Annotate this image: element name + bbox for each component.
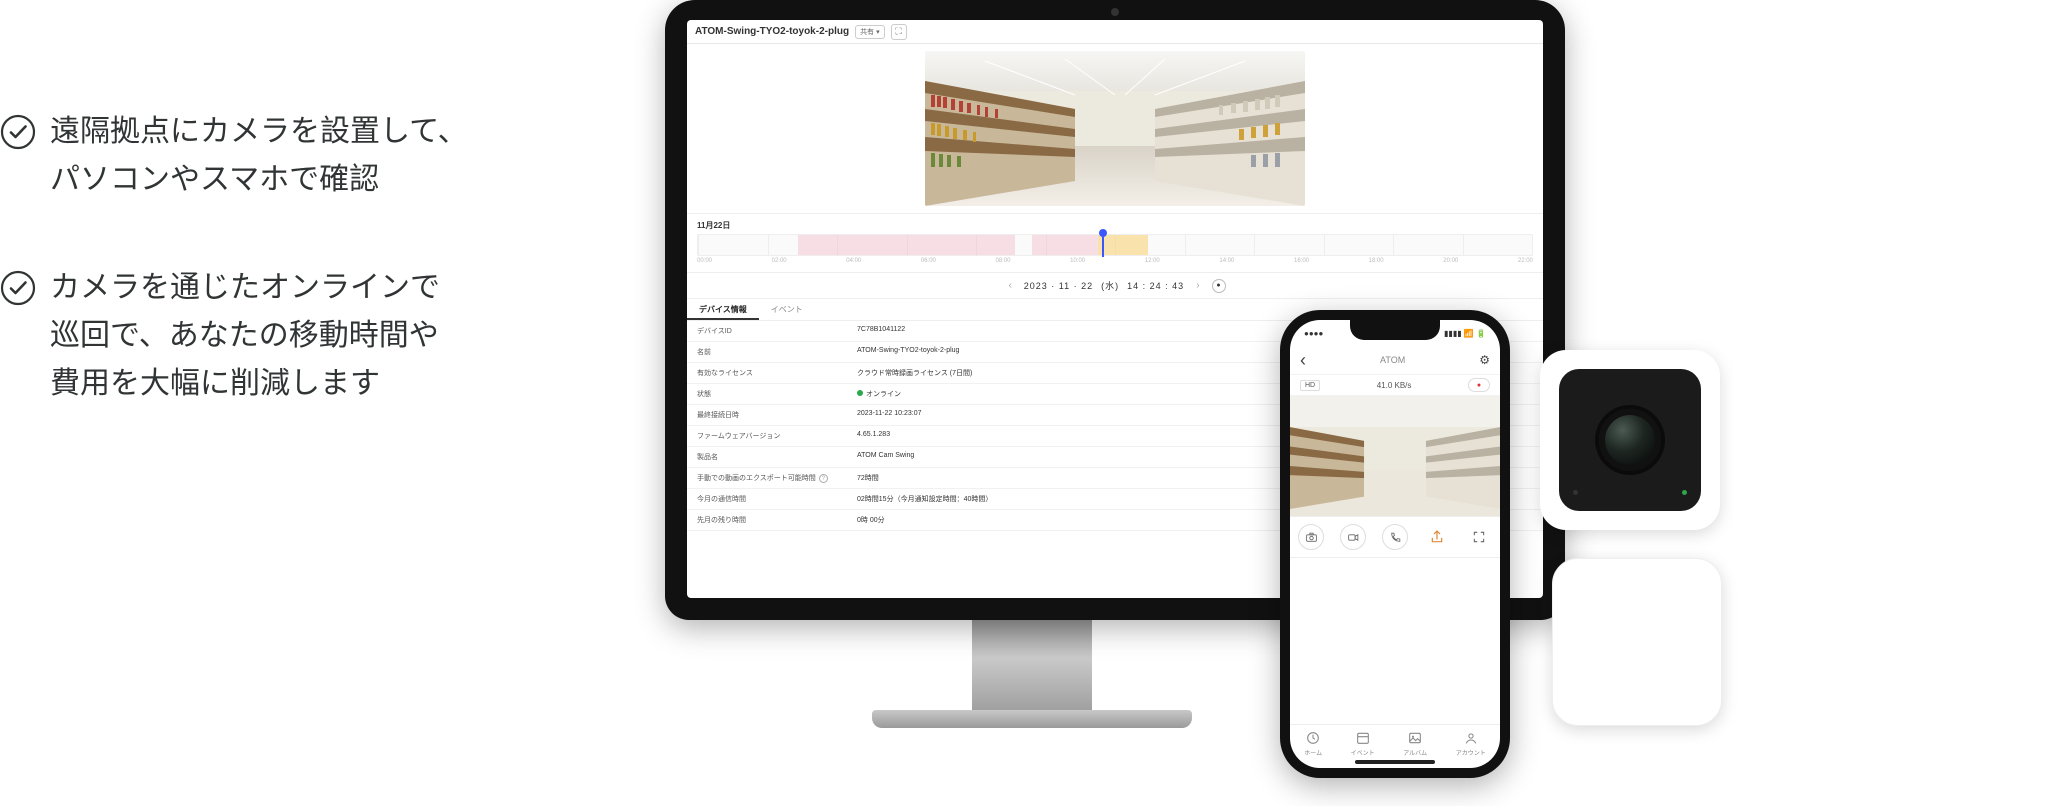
phone-notch: [1350, 320, 1440, 340]
check-icon: [0, 270, 36, 306]
info-label: 最終接続日時: [687, 405, 847, 425]
feature-text: カメラを通じたオンラインで 巡回で、あなたの移動時間や 費用を大幅に削減します: [50, 264, 440, 408]
mic-hole-icon: [1573, 490, 1578, 495]
call-button[interactable]: [1382, 524, 1408, 550]
timeline-segment: [1098, 235, 1148, 255]
battery-icon: ▮▮▮▮ 📶 🔋: [1444, 329, 1486, 338]
signal-icon: ●●●●: [1304, 329, 1323, 338]
timeline-playhead[interactable]: [1102, 233, 1104, 257]
prev-button[interactable]: ‹: [1004, 280, 1015, 291]
camera-device-swing: [1540, 350, 1720, 530]
camera-face: [1559, 369, 1701, 511]
camera-device-cube: [1552, 558, 1722, 726]
quality-button[interactable]: HD: [1300, 380, 1320, 391]
tab-home[interactable]: ホーム: [1304, 730, 1322, 757]
timeline-hour-labels: 00:0002:00 04:0006:00 08:0010:00 12:0014…: [697, 258, 1533, 264]
info-label: 状態: [687, 384, 847, 404]
bitrate-label: 41.0 KB/s: [1377, 381, 1412, 390]
expand-icon: ⛶: [895, 26, 901, 37]
phone-content-area: [1290, 558, 1500, 724]
feature-text: 遠隔拠点にカメラを設置して、 パソコンやスマホで確認: [50, 108, 468, 204]
tab-album[interactable]: アルバム: [1403, 730, 1427, 757]
feature-item: 遠隔拠点にカメラを設置して、 パソコンやスマホで確認: [0, 108, 620, 204]
feature-list: 遠隔拠点にカメラを設置して、 パソコンやスマホで確認 カメラを通じたオンラインで…: [0, 108, 620, 468]
share-label: 共有: [860, 27, 874, 37]
timeline-segment: [1032, 235, 1099, 255]
feature-item: カメラを通じたオンラインで 巡回で、あなたの移動時間や 費用を大幅に削減します: [0, 264, 620, 408]
home-indicator: [1355, 760, 1435, 764]
help-icon[interactable]: ?: [819, 474, 828, 483]
share-button[interactable]: [1424, 524, 1450, 550]
camera-title: ATOM-Swing-TYO2-toyok-2-plug: [695, 26, 849, 37]
status-led-icon: [1682, 490, 1687, 495]
monitor-base: [872, 710, 1192, 728]
tab-events[interactable]: イベント: [759, 299, 815, 320]
phone-action-bar: [1290, 516, 1500, 558]
info-label: 今月の通信時間: [687, 489, 847, 509]
video-meta-bar: HD 41.0 KB/s ●: [1290, 374, 1500, 396]
info-label: 有効なライセンス: [687, 363, 847, 383]
info-label: 手動での動画のエクスポート可能時間?: [687, 468, 847, 488]
monitor-stand: [972, 618, 1092, 718]
timeline-segment: [798, 235, 1015, 255]
settings-button[interactable]: ⚙: [1479, 353, 1490, 367]
online-dot-icon: [857, 390, 863, 396]
camera-lens-icon: [1599, 409, 1661, 471]
info-label: 製品名: [687, 447, 847, 467]
share-button[interactable]: 共有 ▾: [855, 25, 885, 39]
date-display[interactable]: 2023 · 11 · 22: [1024, 281, 1093, 291]
snapshot-button[interactable]: [1298, 524, 1324, 550]
dow-display: (水): [1101, 279, 1119, 292]
monitor-webcam: [1111, 8, 1119, 16]
tab-events[interactable]: イベント: [1351, 730, 1375, 757]
time-display[interactable]: 14 : 24 : 43: [1127, 281, 1184, 291]
tab-account[interactable]: アカウント: [1456, 730, 1486, 757]
live-video-thumbnail: [925, 51, 1305, 206]
timeline-track[interactable]: [697, 234, 1533, 256]
timeline-section: 11月22日 00:0002:00 04:0006:00 08:0010:00 …: [687, 214, 1543, 273]
record-indicator[interactable]: ●: [1468, 378, 1490, 392]
record-video-button[interactable]: [1340, 524, 1366, 550]
info-label: デバイスID: [687, 321, 847, 341]
info-label: 先月の残り時間: [687, 510, 847, 530]
phone-title: ATOM: [1306, 355, 1479, 365]
go-live-button[interactable]: ●: [1212, 279, 1226, 293]
datetime-nav: ‹ 2023 · 11 · 22 (水) 14 : 24 : 43 › ●: [687, 273, 1543, 299]
info-label: 名前: [687, 342, 847, 362]
fullscreen-button[interactable]: ⛶: [891, 24, 907, 40]
fullscreen-button[interactable]: [1466, 524, 1492, 550]
timeline-date-label: 11月22日: [697, 220, 1533, 231]
app-header: ATOM-Swing-TYO2-toyok-2-plug 共有 ▾ ⛶: [687, 20, 1543, 44]
phone-frame: ●●●● ▮▮▮▮ 📶 🔋 ‹ ATOM ⚙ HD 41.0 KB/s ●: [1280, 310, 1510, 778]
video-pane[interactable]: [687, 44, 1543, 214]
check-icon: [0, 114, 36, 150]
next-button[interactable]: ›: [1192, 280, 1203, 291]
info-label: ファームウェアバージョン: [687, 426, 847, 446]
tab-device-info[interactable]: デバイス情報: [687, 299, 759, 320]
phone-app: ●●●● ▮▮▮▮ 📶 🔋 ‹ ATOM ⚙ HD 41.0 KB/s ●: [1290, 320, 1500, 768]
phone-live-video[interactable]: [1290, 396, 1500, 516]
chevron-down-icon: ▾: [876, 28, 880, 36]
phone-topbar: ‹ ATOM ⚙: [1290, 346, 1500, 374]
